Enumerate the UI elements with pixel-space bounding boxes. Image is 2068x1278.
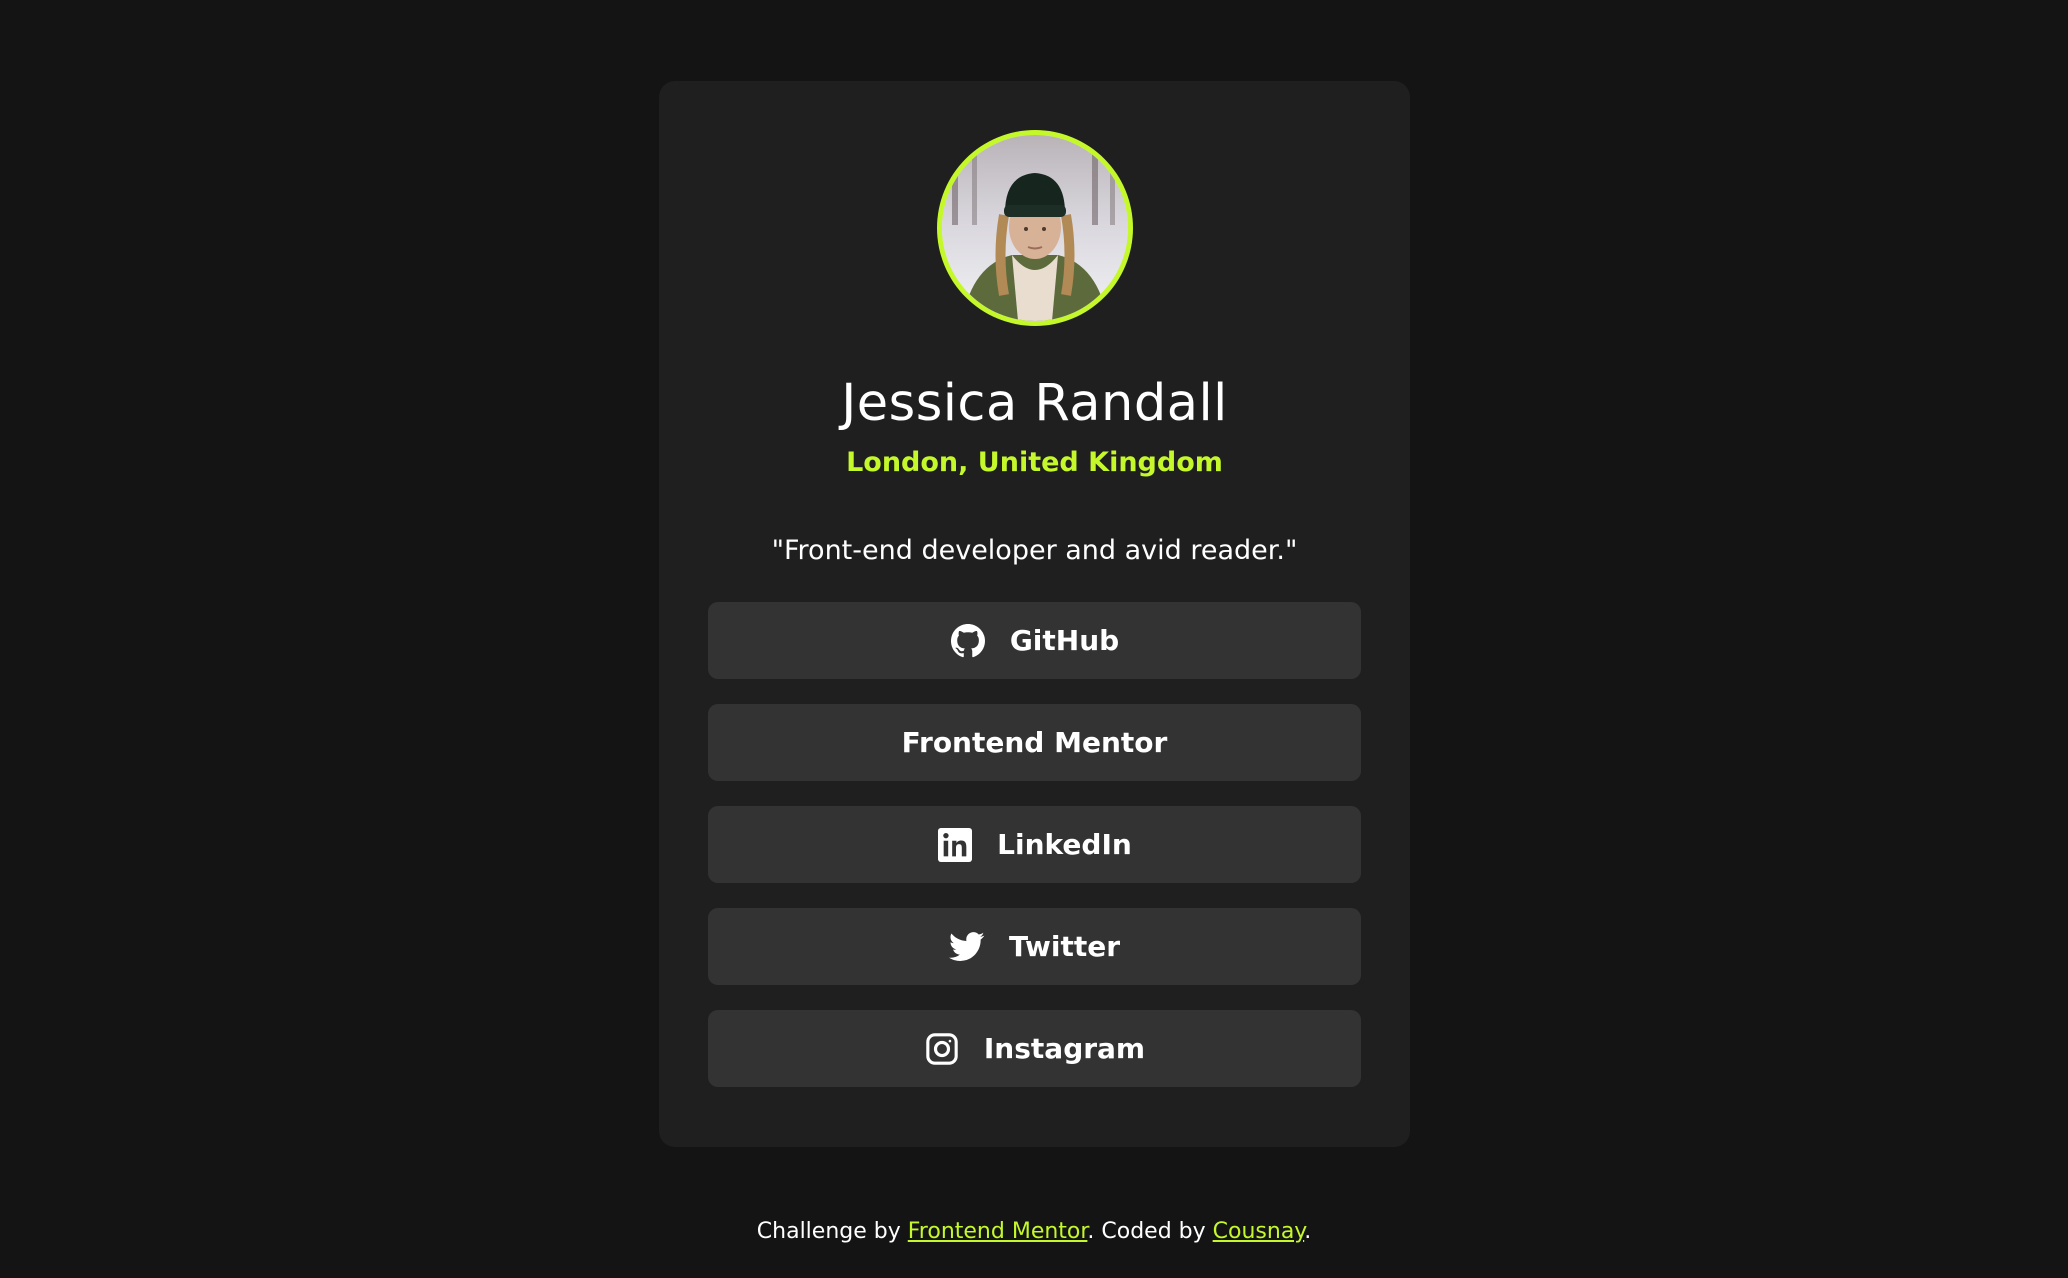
linkedin-label: LinkedIn	[997, 828, 1132, 861]
github-button[interactable]: GitHub	[708, 602, 1361, 679]
avatar-ring	[936, 130, 1133, 326]
linkedin-button[interactable]: LinkedIn	[708, 806, 1361, 883]
frontend-mentor-label: Frontend Mentor	[901, 726, 1168, 759]
challenge-link[interactable]: Frontend Mentor	[908, 1219, 1088, 1244]
twitter-label: Twitter	[1008, 930, 1121, 963]
instagram-button[interactable]: Instagram	[708, 1010, 1361, 1087]
footer-prefix: Challenge by	[756, 1219, 908, 1244]
footer-suffix: .	[1304, 1219, 1312, 1244]
profile-bio: "Front-end developer and avid reader."	[771, 535, 1298, 566]
author-link[interactable]: Cousnay	[1213, 1219, 1305, 1244]
linkedin-icon	[937, 827, 973, 863]
twitter-button[interactable]: Twitter	[708, 908, 1361, 985]
footer-middle: . Coded by	[1087, 1219, 1213, 1244]
profile-location: London, United Kingdom	[846, 447, 1223, 478]
github-icon	[950, 623, 986, 659]
profile-name: Jessica Randall	[841, 374, 1228, 433]
instagram-label: Instagram	[983, 1032, 1146, 1065]
instagram-icon	[924, 1031, 960, 1067]
attribution-footer: Challenge by Frontend Mentor. Coded by C…	[0, 1218, 2068, 1246]
profile-card: Jessica Randall London, United Kingdom "…	[659, 81, 1410, 1147]
frontend-mentor-button[interactable]: Frontend Mentor	[708, 704, 1361, 781]
twitter-icon	[948, 929, 985, 965]
github-label: GitHub	[1009, 624, 1120, 657]
avatar	[941, 135, 1128, 321]
social-links: GitHub Frontend Mentor LinkedIn Twitter …	[659, 602, 1410, 1087]
